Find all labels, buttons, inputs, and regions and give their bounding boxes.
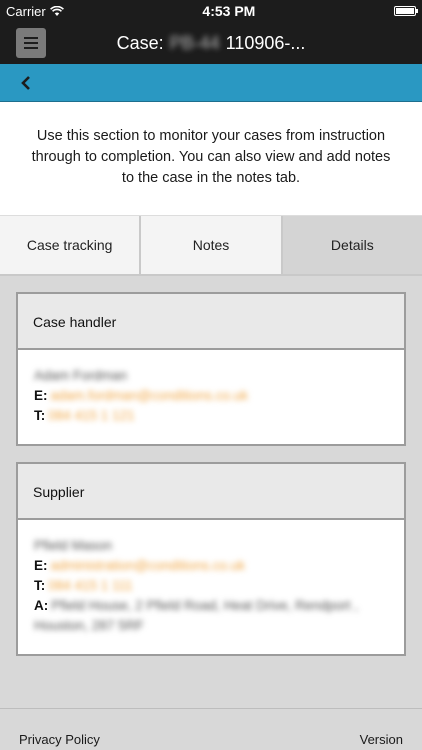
supplier-card: Supplier Pfield Mason E: administration@… [16,462,406,656]
tab-bar: Case tracking Notes Details [0,216,422,276]
supplier-phone-link[interactable]: 084 415 1 111 [48,576,132,596]
email-label: E: [34,388,48,403]
supplier-email-row: E: administration@conditions.co.uk [34,556,388,576]
intro-text: Use this section to monitor your cases f… [0,102,422,216]
hamburger-line [24,42,38,44]
card-title: Supplier [18,464,404,520]
supplier-address-row: A: Pfield House, 2 Pfield Road, Heat Dri… [34,596,388,616]
battery-icon [394,6,418,16]
supplier-name: Pfield Mason [34,538,113,553]
email-label: E: [34,558,48,573]
card-body: Pfield Mason E: administration@condition… [18,520,404,654]
hamburger-line [24,47,38,49]
back-chevron-icon[interactable] [20,75,32,91]
handler-phone-row: T: 084 415 1 121 [34,406,388,426]
supplier-address-line2: Houston, 287 5RF [34,618,144,633]
nav-bar: Case: PB-44 110906-... [0,22,422,64]
case-handler-card: Case handler Adam Fordman E: adam.fordma… [16,292,406,446]
details-content: Case handler Adam Fordman E: adam.fordma… [0,276,422,656]
carrier-signal: Carrier [6,4,64,19]
tab-case-tracking[interactable]: Case tracking [0,216,142,274]
hamburger-icon [24,37,38,39]
supplier-email-link[interactable]: administration@conditions.co.uk [51,556,246,576]
handler-name: Adam Fordman [34,368,128,383]
menu-button[interactable] [16,28,46,58]
address-label: A: [34,598,49,613]
tab-notes[interactable]: Notes [141,216,283,274]
version-link[interactable]: Version [360,732,403,747]
status-bar: Carrier 4:53 PM [0,0,422,22]
card-body: Adam Fordman E: adam.fordman@conditions.… [18,350,404,444]
handler-phone-link[interactable]: 084 415 1 121 [48,406,134,426]
card-title: Case handler [18,294,404,350]
title-prefix: Case: [116,32,164,53]
handler-email-link[interactable]: adam.fordman@conditions.co.uk [51,386,249,406]
supplier-address-line1: Pfield House, 2 Pfield Road, Heat Drive,… [51,598,359,613]
phone-label: T: [34,408,46,423]
status-time: 4:53 PM [202,3,256,19]
phone-label: T: [34,578,46,593]
back-bar [0,64,422,102]
supplier-phone-row: T: 084 415 1 111 [34,576,388,596]
handler-email-row: E: adam.fordman@conditions.co.uk [34,386,388,406]
carrier-label: Carrier [6,3,46,19]
privacy-policy-link[interactable]: Privacy Policy [19,732,100,747]
footer: Privacy Policy Version [0,708,422,750]
page-title: Case: PB-44 110906-... [117,33,306,54]
title-hidden: PB-44 [169,32,220,53]
wifi-icon [49,5,64,16]
title-suffix: 110906-... [225,32,306,53]
tab-details[interactable]: Details [282,216,422,274]
